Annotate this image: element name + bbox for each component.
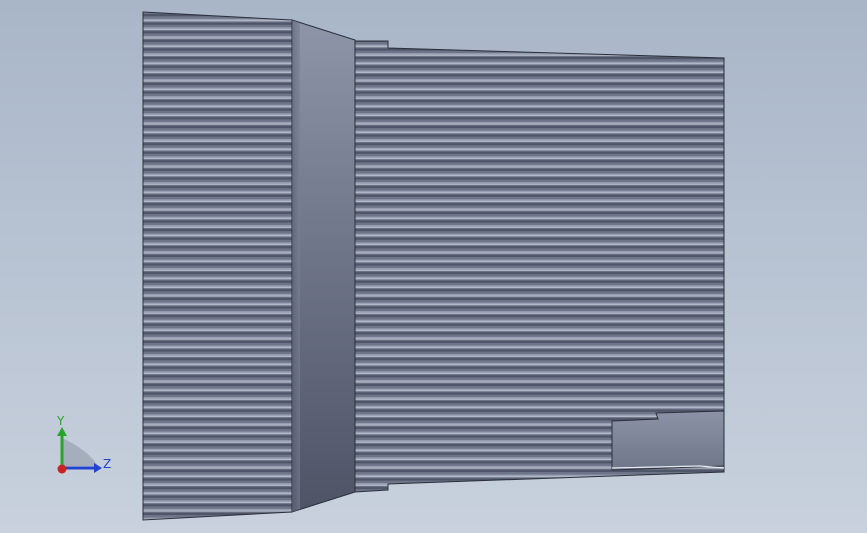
triad-plane-shade bbox=[62, 438, 98, 466]
left-threaded-section bbox=[142, 11, 293, 521]
neck-shoulder bbox=[291, 19, 356, 513]
neck-side-face bbox=[292, 20, 300, 512]
triad-x-axis-origin bbox=[57, 464, 67, 474]
reference-triad: Y Z bbox=[56, 414, 111, 474]
triad-z-arrow bbox=[94, 463, 102, 473]
cad-graphics-viewport[interactable]: Y Z bbox=[0, 0, 867, 533]
pocket-cutout bbox=[611, 410, 725, 471]
triad-y-arrow bbox=[57, 427, 67, 436]
triad-z-label: Z bbox=[103, 457, 111, 471]
triad-y-label: Y bbox=[56, 414, 65, 428]
cad-part-model[interactable] bbox=[0, 0, 867, 533]
